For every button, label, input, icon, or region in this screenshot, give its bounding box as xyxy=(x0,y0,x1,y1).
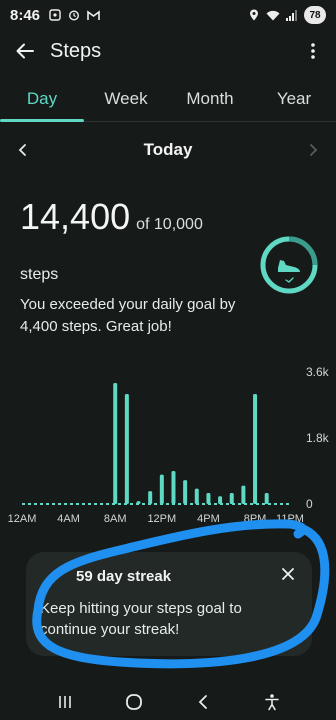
chart-bar xyxy=(218,496,223,504)
tab-day[interactable]: Day xyxy=(0,76,84,122)
hourly-steps-chart: 3.6k 1.8k 0 12AM 4AM 8AM 12PM 4PM 8PM 11PM xyxy=(0,360,336,530)
home-icon[interactable] xyxy=(123,691,145,713)
chart-bar xyxy=(194,488,199,504)
page-title: Steps xyxy=(50,39,102,62)
alarm-icon xyxy=(67,9,81,21)
signal-icon xyxy=(285,9,299,21)
chart-bar xyxy=(253,394,258,504)
streak-title: 59 day streak xyxy=(76,568,172,585)
chart-bar xyxy=(206,493,211,504)
next-day-chevron-icon xyxy=(306,143,320,157)
app-bar: Steps xyxy=(0,30,336,72)
wifi-icon xyxy=(266,9,280,21)
location-icon xyxy=(247,9,261,21)
chart-bar xyxy=(136,501,141,504)
more-options-icon[interactable] xyxy=(304,40,322,62)
x-tick-label: 12AM xyxy=(8,513,37,525)
tab-week[interactable]: Week xyxy=(84,76,168,121)
check-icon xyxy=(285,277,294,283)
previous-day-chevron-icon[interactable] xyxy=(16,143,30,157)
recent-apps-icon[interactable] xyxy=(54,691,76,713)
battery-indicator: 78 xyxy=(304,6,326,24)
status-bar: 8:46 78 xyxy=(0,0,336,30)
back-nav-icon[interactable] xyxy=(192,691,214,713)
goal-text: of 10,000 xyxy=(136,216,203,233)
date-label: Today xyxy=(143,140,193,159)
y-tick-label: 0 xyxy=(306,497,313,511)
tab-month[interactable]: Month xyxy=(168,76,252,121)
back-arrow-icon[interactable] xyxy=(14,40,36,62)
chart-bar xyxy=(183,480,188,504)
system-icons: 78 xyxy=(247,6,326,24)
x-tick-label: 4PM xyxy=(197,513,220,525)
streak-body: Keep hitting your steps goal to continue… xyxy=(40,600,242,638)
gmail-icon xyxy=(86,9,100,21)
steps-unit-label: steps xyxy=(20,266,59,283)
goal-message: You exceeded your daily goal by 4,400 st… xyxy=(20,296,236,335)
chart-bar xyxy=(171,471,176,504)
streak-card: 59 day streak Keep hitting your steps go… xyxy=(26,552,312,656)
x-tick-label: 8PM xyxy=(244,513,267,525)
chart-bar xyxy=(124,394,129,504)
chart-bar xyxy=(264,493,269,504)
step-count: 14,400 of 10,000 xyxy=(20,196,203,238)
y-tick-label: 3.6k xyxy=(306,365,330,379)
close-icon[interactable] xyxy=(280,566,296,582)
chart-bar xyxy=(159,474,164,504)
accessibility-icon[interactable] xyxy=(261,691,283,713)
shoe-icon xyxy=(278,260,300,272)
system-nav-bar xyxy=(0,684,336,720)
period-tabs: Day Week Month Year xyxy=(0,76,336,122)
clock: 8:46 xyxy=(10,6,41,24)
x-tick-label: 4AM xyxy=(57,513,80,525)
notification-icons xyxy=(48,9,100,21)
x-tick-label: 11PM xyxy=(276,513,304,525)
x-tick-label: 12PM xyxy=(147,513,176,525)
step-count-value: 14,400 xyxy=(20,196,131,237)
goal-progress-ring xyxy=(258,234,320,296)
chart-bar xyxy=(241,485,246,504)
chart-bar xyxy=(229,493,234,504)
tab-year[interactable]: Year xyxy=(252,76,336,121)
x-tick-label: 8AM xyxy=(104,513,127,525)
screenshot-icon xyxy=(48,9,62,21)
date-navigator: Today xyxy=(0,134,336,166)
chart-bar xyxy=(148,491,153,504)
chart-bar xyxy=(113,383,118,504)
y-tick-label: 1.8k xyxy=(306,431,330,445)
chart-svg: 3.6k 1.8k 0 12AM 4AM 8AM 12PM 4PM 8PM 11PM xyxy=(8,365,330,525)
